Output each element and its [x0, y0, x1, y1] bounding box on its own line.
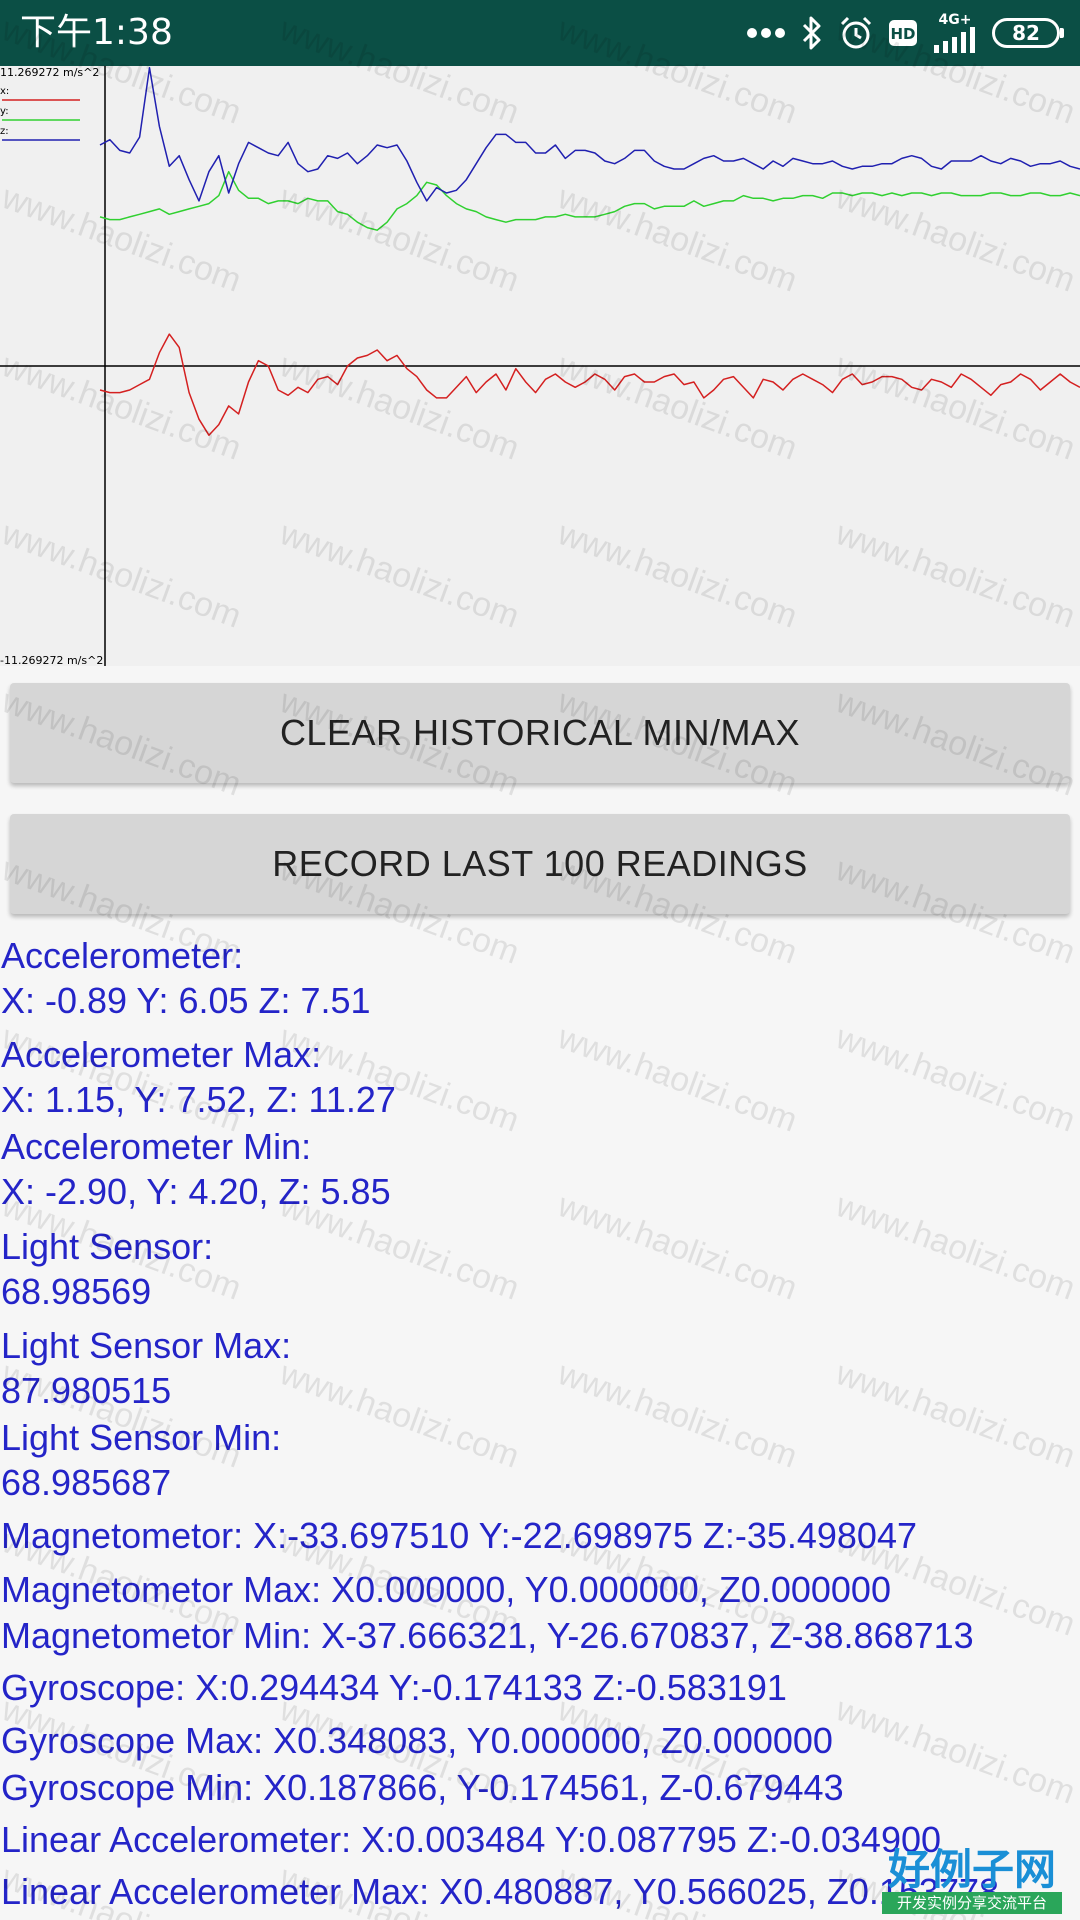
battery-icon: 82: [992, 18, 1064, 48]
light-sensor-max-value: 87.980515: [1, 1370, 172, 1411]
watermark-text: www.haolizi.com: [831, 1690, 1080, 1812]
accelerometer-heading: Accelerometer:: [1, 935, 244, 976]
accelerometer-max-heading: Accelerometer Max:: [1, 1034, 322, 1075]
legend-label-y: y:: [0, 106, 9, 117]
light-sensor-max-heading: Light Sensor Max:: [1, 1325, 292, 1366]
accelerometer-min-value: X: -2.90, Y: 4.20, Z: 5.85: [1, 1171, 391, 1212]
watermark-text: www.haolizi.com: [831, 1018, 1080, 1140]
site-logo-tagline: 开发实例分享交流平台: [882, 1892, 1062, 1914]
series-line-z: [99, 67, 1080, 202]
more-dots-icon: [746, 27, 786, 39]
watermark-text: www.haolizi.com: [553, 1018, 803, 1140]
watermark-text: www.haolizi.com: [275, 1354, 525, 1476]
gyroscope-max-value: Gyroscope Max: X0.348083, Y0.000000, Z0.…: [1, 1720, 833, 1761]
accelerometer-min-heading: Accelerometer Min:: [1, 1126, 312, 1167]
watermark-text: www.haolizi.com: [831, 1354, 1080, 1476]
hd-icon: HD: [888, 19, 918, 47]
watermark-text: www.haolizi.com: [831, 1186, 1080, 1308]
chart-series-layer: [99, 67, 1080, 436]
record-last-100-readings-button[interactable]: RECORD LAST 100 READINGS: [10, 814, 1070, 914]
linear-accelerometer-value: Linear Accelerometer: X:0.003484 Y:0.087…: [1, 1819, 942, 1860]
magnetometer-min-value: Magnetometor Min: X-37.666321, Y-26.6708…: [1, 1615, 974, 1656]
chart-legend: x: y: z:: [0, 86, 80, 141]
light-sensor-heading: Light Sensor:: [1, 1226, 214, 1267]
chart-max-label: 11.269272 m/s^2: [0, 66, 99, 79]
status-bar: 下午1:38 HD 4G+ 82: [0, 0, 1080, 66]
clear-historical-min-max-button[interactable]: CLEAR HISTORICAL MIN/MAX: [10, 683, 1070, 783]
site-logo: 好例子网 开发实例分享交流平台: [882, 1848, 1062, 1914]
legend-label-x: x:: [0, 86, 9, 97]
gyroscope-min-value: Gyroscope Min: X0.187866, Y-0.174561, Z-…: [1, 1767, 844, 1808]
site-logo-title: 好例子网: [887, 1845, 1056, 1894]
signal-icon: 4G+: [932, 13, 978, 53]
magnetometer-max-value: Magnetometor Max: X0.000000, Y0.000000, …: [1, 1569, 891, 1610]
series-line-y: [99, 170, 1080, 231]
watermark-text: www.haolizi.com: [553, 1186, 803, 1308]
accelerometer-value: X: -0.89 Y: 6.05 Z: 7.51: [1, 980, 371, 1021]
light-sensor-min-heading: Light Sensor Min:: [1, 1417, 282, 1458]
sensor-chart-svg: 11.269272 m/s^2 -11.269272 m/s^2 x: y: z…: [0, 66, 1080, 666]
sensor-chart: 11.269272 m/s^2 -11.269272 m/s^2 x: y: z…: [0, 66, 1080, 666]
alarm-icon: [838, 15, 874, 51]
gyroscope-value: Gyroscope: X:0.294434 Y:-0.174133 Z:-0.5…: [1, 1667, 787, 1708]
network-type-label: 4G+: [938, 12, 972, 28]
legend-label-z: z:: [0, 126, 9, 137]
light-sensor-value: 68.98569: [1, 1271, 152, 1312]
status-time: 下午1:38: [20, 12, 173, 53]
accelerometer-max-value: X: 1.15, Y: 7.52, Z: 11.27: [1, 1079, 396, 1120]
light-sensor-min-value: 68.985687: [1, 1462, 172, 1503]
svg-text:HD: HD: [890, 25, 915, 43]
chart-min-label: -11.269272 m/s^2: [0, 654, 103, 666]
magnetometer-value: Magnetometor: X:-33.697510 Y:-22.698975 …: [1, 1515, 917, 1556]
series-line-x: [99, 333, 1080, 436]
status-icons: HD 4G+ 82: [746, 0, 1064, 66]
bluetooth-icon: [800, 15, 824, 51]
linear-accelerometer-max-value: Linear Accelerometer Max: X0.480887, Y0.…: [1, 1871, 1000, 1912]
watermark-text: www.haolizi.com: [553, 1354, 803, 1476]
